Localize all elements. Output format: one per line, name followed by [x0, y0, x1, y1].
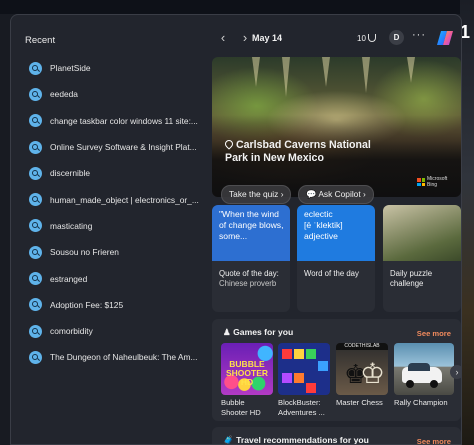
recent-item-label: The Dungeon of Naheulbeuk: The Am...: [50, 352, 198, 363]
search-icon: [29, 298, 42, 312]
travel-see-more-link[interactable]: See more: [417, 437, 451, 444]
recent-item-label: comorbidity: [50, 326, 93, 337]
rewards-points[interactable]: 10: [357, 34, 376, 43]
card-label: Word of the day: [304, 269, 359, 278]
card-sublabel: Chinese proverb: [219, 279, 277, 288]
games-see-more-link[interactable]: See more: [417, 329, 451, 338]
puzzle-icon: ♟: [223, 327, 231, 337]
games-title: ♟ Games for you: [223, 327, 294, 337]
recent-item[interactable]: discernible: [29, 160, 201, 186]
search-icon: [29, 350, 42, 364]
game-thumbnail: [394, 343, 454, 395]
game-thumbnail: [278, 343, 330, 395]
thumb-title: BUBBLE SHOOTER HD: [225, 359, 269, 387]
recent-item-label: masticating: [50, 220, 93, 231]
game-name: Bubble Shooter HD: [221, 398, 261, 417]
points-count: 10: [357, 34, 366, 43]
quote-text: "When the wind of change blows, some...: [219, 209, 284, 241]
game-master-chess[interactable]: CODETHISLAB ♚ ♔ Master Chess: [336, 343, 388, 408]
recent-item[interactable]: Sousou no Frieren: [29, 239, 201, 265]
bing-label: Microsoft Bing: [427, 176, 448, 188]
chevron-right-icon: ›: [280, 189, 284, 199]
recent-item[interactable]: The Dungeon of Naheulbeuk: The Am...: [29, 344, 201, 370]
ask-copilot-button[interactable]: 💬 Ask Copilot ›: [298, 185, 374, 204]
search-icon: [29, 140, 42, 154]
recent-item[interactable]: Adoption Fee: $125: [29, 292, 201, 318]
word-text: eclectic [ē ˈklektik] adjective: [304, 209, 343, 241]
recent-item-label: human_made_object | electronics_or_...: [50, 194, 199, 205]
search-icon: [29, 166, 42, 180]
search-icon: [29, 245, 42, 259]
suitcase-icon: 🧳: [223, 435, 234, 445]
feed-date: May 14: [252, 33, 283, 43]
chevron-right-icon[interactable]: ›: [450, 365, 461, 379]
recent-item-label: Sousou no Frieren: [50, 247, 119, 258]
recent-searches: Recent PlanetSide eededa change taskbar co…: [11, 15, 201, 444]
hero-card[interactable]: Carlsbad Caverns National Park in New Me…: [212, 57, 461, 197]
search-icon: [29, 272, 42, 286]
chevron-left-icon[interactable]: ‹: [216, 31, 230, 45]
desktop-top-strip: [0, 0, 474, 14]
search-icon: [29, 324, 42, 338]
chat-icon: 💬: [306, 189, 317, 199]
game-name: Master Chess: [336, 398, 383, 407]
recent-title: Recent: [25, 35, 56, 46]
puzzle-thumbnail: [383, 205, 461, 261]
search-icon: [29, 114, 42, 128]
quote-of-the-day-card[interactable]: "When the wind of change blows, some... …: [212, 205, 290, 312]
travel-title: 🧳 Travel recommendations for you: [223, 435, 369, 445]
recent-list: PlanetSide eededa change taskbar color win…: [29, 55, 201, 371]
search-icon: [29, 87, 42, 101]
hero-title: Carlsbad Caverns National Park in New Me…: [223, 138, 371, 164]
recent-item-label: estranged: [50, 273, 88, 284]
feed-topbar: ‹ › May 14 10 D ···: [201, 29, 461, 49]
thumb-title: CODETHISLAB: [336, 343, 388, 350]
microsoft-logo-icon: [417, 178, 425, 186]
more-options-button[interactable]: ···: [412, 29, 426, 41]
game-thumbnail: BUBBLE SHOOTER HD: [221, 343, 273, 395]
chevron-right-icon: ›: [363, 189, 366, 199]
recent-item[interactable]: estranged: [29, 265, 201, 291]
recent-item-label: discernible: [50, 168, 91, 179]
games-section: ♟ Games for you See more BUBBLE SHOOTER …: [212, 319, 461, 421]
daily-puzzle-card[interactable]: Daily puzzle challenge: [383, 205, 461, 312]
feed: ‹ › May 14 10 D ··· Carlsbad Caverns Nat…: [201, 15, 461, 445]
card-label: Daily puzzle: [390, 269, 433, 278]
search-icon: [29, 219, 42, 233]
game-name: BlockBuster: Adventures ...: [278, 398, 325, 417]
recent-item[interactable]: eededa: [29, 81, 201, 107]
recent-item-label: change taskbar color windows 11 site:...: [50, 115, 198, 126]
card-label: Quote of the day:: [219, 269, 279, 278]
search-icon: [29, 193, 42, 207]
avatar[interactable]: D: [389, 30, 404, 45]
recent-item-label: Adoption Fee: $125: [50, 299, 124, 310]
recent-item[interactable]: Online Survey Software & Insight Plat...: [29, 134, 201, 160]
game-bubble-shooter[interactable]: BUBBLE SHOOTER HD Bubble Shooter HD: [221, 343, 273, 417]
take-quiz-button[interactable]: Take the quiz ›: [221, 185, 292, 204]
desktop-right-strip: 1: [460, 0, 474, 445]
game-blockbuster[interactable]: BlockBuster: Adventures ...: [278, 343, 330, 417]
game-rally-champion[interactable]: Rally Champion: [394, 343, 454, 408]
search-icon: [29, 61, 42, 75]
recent-item-label: eededa: [50, 89, 78, 100]
recent-item[interactable]: masticating: [29, 213, 201, 239]
recent-item[interactable]: human_made_object | electronics_or_...: [29, 186, 201, 212]
recent-item[interactable]: change taskbar color windows 11 site:...: [29, 108, 201, 134]
recent-item[interactable]: PlanetSide: [29, 55, 201, 81]
word-of-the-day-card[interactable]: eclectic [ē ˈklektik] adjective Word of …: [297, 205, 375, 312]
chevron-right-icon[interactable]: ›: [238, 31, 252, 45]
game-thumbnail: CODETHISLAB ♚ ♔: [336, 343, 388, 395]
recent-item-label: PlanetSide: [50, 63, 91, 74]
game-name: Rally Champion: [394, 398, 448, 407]
trophy-icon: [367, 34, 376, 42]
location-pin-icon: [223, 138, 235, 150]
widgets-panel: Recent PlanetSide eededa change taskbar co…: [10, 14, 462, 445]
card-sublabel: challenge: [390, 279, 424, 288]
recent-item[interactable]: comorbidity: [29, 318, 201, 344]
copilot-icon[interactable]: [436, 29, 454, 47]
travel-section: 🧳 Travel recommendations for you See mor…: [212, 427, 461, 445]
recent-item-label: Online Survey Software & Insight Plat...: [50, 142, 197, 153]
